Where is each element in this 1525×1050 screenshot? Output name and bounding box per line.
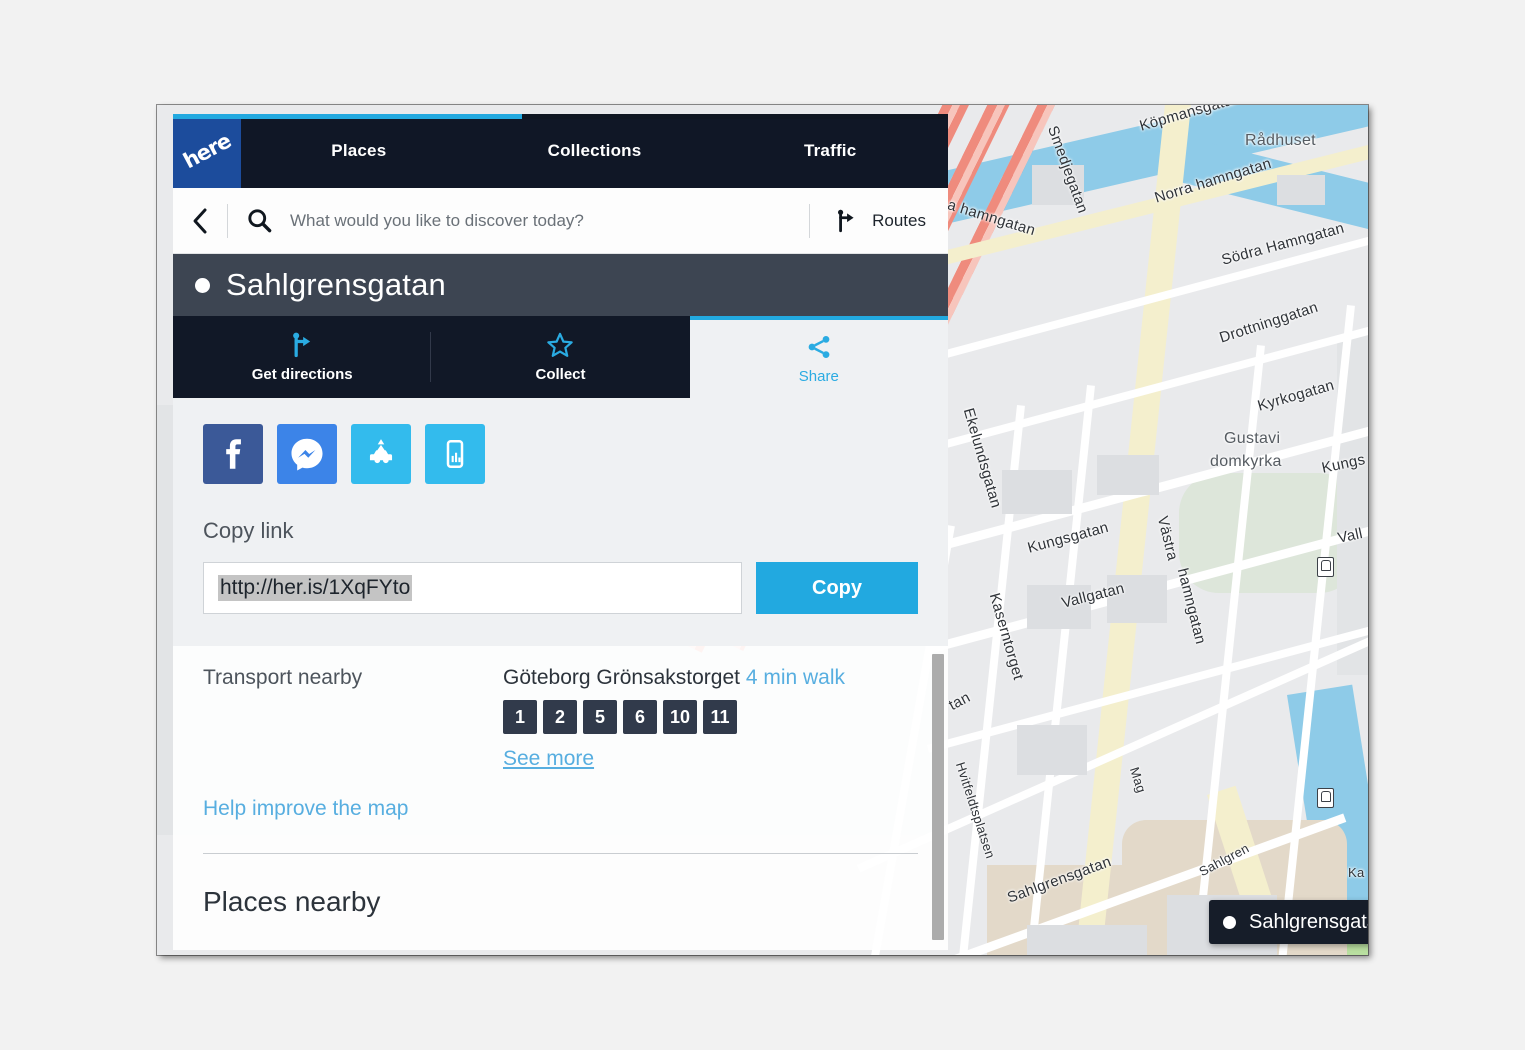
page-title: Sahlgrensgatan <box>226 267 446 302</box>
search-bar: Routes <box>173 188 948 254</box>
back-button[interactable] <box>173 206 227 236</box>
here-logo[interactable]: here <box>173 114 241 188</box>
panel-scrollbar[interactable] <box>932 654 944 940</box>
share-messenger-button[interactable] <box>277 424 337 484</box>
search-icon <box>247 209 271 233</box>
nav-tab-collections[interactable]: Collections <box>477 114 713 188</box>
transport-line-badge[interactable]: 6 <box>623 700 657 734</box>
transport-line-badge[interactable]: 2 <box>543 700 577 734</box>
map-street-label: Ekelundsgatan <box>959 406 1005 511</box>
share-icon <box>808 336 830 358</box>
map-street-label: Mag <box>1126 765 1150 795</box>
routes-button[interactable]: Routes <box>810 208 948 234</box>
map-building <box>1027 925 1147 955</box>
tab-collect[interactable]: Collect <box>431 316 690 398</box>
map-street-label: domkyrka <box>1210 453 1282 470</box>
map-street-label: Ka <box>1348 865 1365 880</box>
star-icon <box>547 332 574 357</box>
search-input[interactable] <box>290 210 810 231</box>
transport-line-badge[interactable]: 5 <box>583 700 617 734</box>
here-logo-text: here <box>179 128 235 174</box>
map-tooltip-bubble[interactable]: Sahlgrensgatan <box>1209 900 1368 944</box>
share-send-to-car-button[interactable] <box>351 424 411 484</box>
transport-nearby-row: Transport nearby Göteborg Grönsakstorget… <box>203 666 918 771</box>
map-street-label: tan <box>946 688 974 715</box>
mobile-device-icon <box>446 439 464 468</box>
facebook-icon <box>226 439 241 469</box>
places-nearby-title: Places nearby <box>203 886 381 917</box>
see-more-link[interactable]: See more <box>503 747 594 771</box>
chevron-left-icon <box>193 208 207 233</box>
transit-station-icon <box>1317 788 1334 808</box>
map-tooltip-title: Sahlgrensgatan <box>1249 910 1368 933</box>
copy-button[interactable]: Copy <box>756 562 918 614</box>
copy-link-row: http://her.is/1XqFYto Copy <box>203 562 918 614</box>
transport-nearby-label: Transport nearby <box>203 666 363 689</box>
routes-icon <box>838 209 854 232</box>
copy-link-label: Copy link <box>203 518 294 543</box>
transport-walk-time: 4 min walk <box>745 666 846 689</box>
loading-progress-stripe <box>173 114 948 119</box>
map-tooltip-dot-icon <box>1223 915 1236 929</box>
routes-label: Routes <box>872 210 926 230</box>
share-panel: Copy link http://her.is/1XqFYto Copy <box>173 398 948 646</box>
map-place-tooltip[interactable]: Sahlgrensgatan <box>1209 900 1368 944</box>
copy-link-field[interactable]: http://her.is/1XqFYto <box>203 562 742 614</box>
copy-link-value: http://her.is/1XqFYto <box>218 575 413 601</box>
map-street-label: Västra <box>1153 514 1182 563</box>
place-marker-dot-icon <box>195 277 210 293</box>
transit-station-icon <box>1317 557 1334 577</box>
map-street-label: Drottninggatan <box>1217 298 1321 347</box>
detail-divider <box>203 853 918 854</box>
map-building <box>1002 470 1072 514</box>
transport-line-badges: 1 2 5 6 10 11 <box>503 700 845 734</box>
transport-nearby-info: Göteborg Grönsakstorget 4 min walk 12561… <box>503 666 845 771</box>
place-title-bar: Sahlgrensgatan <box>173 254 948 316</box>
map-building <box>1017 725 1087 775</box>
panel-scrollbar-thumb[interactable] <box>932 654 944 940</box>
nav-tab-places-label: Places <box>331 141 387 160</box>
nav-tab-traffic[interactable]: Traffic <box>712 114 948 188</box>
map-street-label: Kungsgatan <box>1025 518 1111 557</box>
here-app-panel: here Places Collections Traffic What wou… <box>173 114 948 950</box>
messenger-icon <box>291 438 323 471</box>
tab-collect-label: Collect <box>535 366 586 383</box>
map-building <box>1277 175 1325 205</box>
map-street-label: Kyrkogatan <box>1255 376 1337 415</box>
transport-line-badge[interactable]: 11 <box>703 700 737 734</box>
nav-tab-collections-label: Collections <box>547 141 642 160</box>
tab-share-label: Share <box>798 368 839 385</box>
map-street-label: Gustavi <box>1224 430 1281 447</box>
transport-line-badge[interactable]: 1 <box>503 700 537 734</box>
main-navigation-bar: here Places Collections Traffic <box>173 114 948 188</box>
map-building <box>1097 455 1159 495</box>
search-icon-button[interactable] <box>228 207 290 234</box>
transport-line-badge[interactable]: 10 <box>663 700 697 734</box>
tab-get-directions-label: Get directions <box>251 366 353 383</box>
help-improve-map-link[interactable]: Help improve the map <box>203 797 918 821</box>
loading-progress-fill <box>173 114 522 119</box>
place-details-panel: Transport nearby Göteborg Grönsakstorget… <box>173 646 948 950</box>
map-street-label: Rådhuset <box>1245 132 1316 149</box>
nav-tab-traffic-label: Traffic <box>803 141 857 160</box>
tab-get-directions[interactable]: Get directions <box>173 316 432 398</box>
share-send-to-device-button[interactable] <box>425 424 485 484</box>
tab-share[interactable]: Share <box>689 316 948 398</box>
action-tabs: Get directions Collect Share <box>173 316 948 398</box>
share-facebook-button[interactable] <box>203 424 263 484</box>
screenshot-frame: Köpmansgatan Rådhuset Smedjegatan a hamngat… <box>157 105 1368 955</box>
car-icon <box>369 439 393 464</box>
social-share-row <box>203 424 918 484</box>
transport-stop-name: Göteborg Grönsakstorget <box>503 666 740 689</box>
nav-tab-places[interactable]: Places <box>241 114 477 188</box>
directions-icon <box>293 332 311 358</box>
transport-stop-line: Göteborg Grönsakstorget 4 min walk <box>503 666 845 690</box>
